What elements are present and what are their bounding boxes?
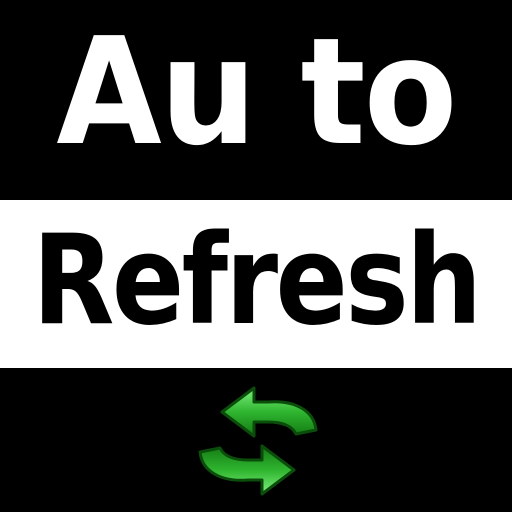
top-band: Au to — [0, 0, 512, 200]
refresh-arrows-icon — [178, 370, 338, 512]
logo-canvas: Au to Refresh — [0, 0, 512, 512]
white-band: Refresh — [0, 200, 512, 368]
upper-arrow — [220, 386, 318, 438]
lower-arrow — [198, 444, 296, 496]
title-line-1: Au to — [56, 6, 457, 178]
title-line-2: Refresh — [32, 209, 482, 353]
